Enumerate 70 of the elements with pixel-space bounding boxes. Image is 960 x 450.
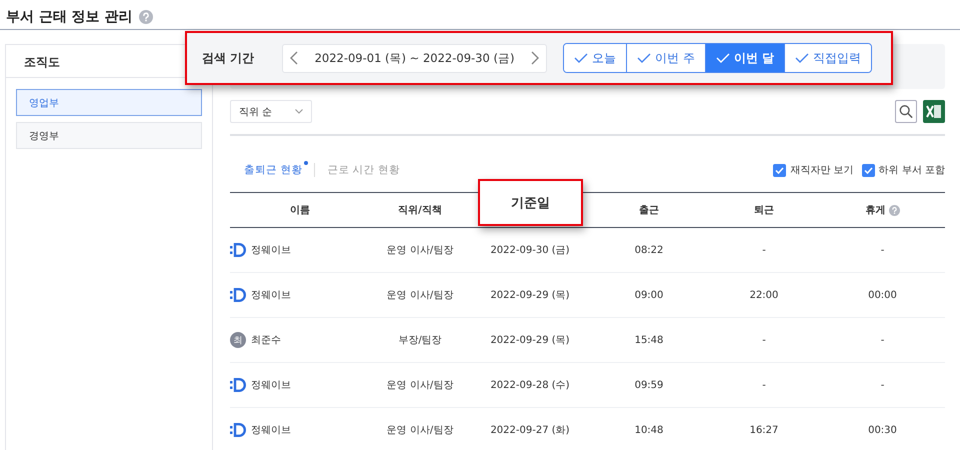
department-item[interactable]: 영업부 xyxy=(16,89,202,116)
logo-avatar-icon xyxy=(230,423,246,437)
table-cell: - xyxy=(762,334,766,346)
table-cell: 운영 이사/팀장 xyxy=(386,380,454,391)
sort-dropdown[interactable]: 직위 순 xyxy=(230,100,312,123)
column-header: 출근 xyxy=(639,204,659,217)
table-cell: 2022-09-28 (수) xyxy=(490,380,570,391)
employee-name: 최준수 xyxy=(251,334,281,347)
view-tab[interactable]: 근로 시간 현황 xyxy=(325,163,402,177)
page-title: 부서 근태 정보 관리 xyxy=(6,8,133,26)
checkbox-label: 하위 부서 포함 xyxy=(878,164,945,177)
table-cell: - xyxy=(880,334,884,346)
table-cell: 10:48 xyxy=(634,424,664,436)
table-cell: 08:22 xyxy=(634,244,664,256)
column-header: 직위/직책 xyxy=(398,204,442,217)
table-cell: 운영 이사/팀장 xyxy=(386,290,454,301)
table-cell: - xyxy=(880,244,884,256)
table-cell: 2022-09-29 (목) xyxy=(490,335,570,346)
view-tab[interactable]: 출퇴근 현황 xyxy=(242,163,304,177)
table-cell: 2022-09-27 (화) xyxy=(490,425,570,436)
table-cell: - xyxy=(880,380,884,390)
table-cell: 운영 이사/팀장 xyxy=(386,425,454,436)
check-icon xyxy=(716,53,730,63)
checkbox[interactable] xyxy=(773,164,786,176)
table-cell: 16:27 xyxy=(750,424,778,436)
sort-value: 직위 순 xyxy=(239,106,272,118)
employee-name: 정웨이브 xyxy=(251,244,291,257)
previous-icon[interactable] xyxy=(289,51,299,65)
checkbox[interactable] xyxy=(862,164,875,176)
check-icon xyxy=(795,53,810,63)
check-icon xyxy=(637,53,651,63)
table-cell: 2022-09-29 (목) xyxy=(490,290,570,301)
period-button[interactable]: 직접입력 xyxy=(784,44,872,72)
highlight-callout: 기준일 xyxy=(478,179,583,226)
table-cell: 00:30 xyxy=(868,424,897,436)
date-range-field[interactable]: 2022-09-01 (목) ~ 2022-09-30 (금) xyxy=(282,44,547,72)
period-button[interactable]: 이번 달 xyxy=(704,44,784,72)
caret-icon xyxy=(295,109,303,114)
help-icon[interactable] xyxy=(138,10,153,24)
table-cell: 09:00 xyxy=(634,290,664,300)
table-cell: 00:00 xyxy=(868,290,897,300)
employee-name: 정웨이브 xyxy=(251,424,291,437)
department-item[interactable]: 경영부 xyxy=(16,122,202,149)
logo-avatar-icon xyxy=(230,378,246,392)
period-button[interactable]: 이번 주 xyxy=(626,44,705,72)
employee-name: 정웨이브 xyxy=(251,379,291,392)
logo-avatar-icon xyxy=(230,288,246,302)
table-cell: - xyxy=(762,380,766,390)
employee-name: 정웨이브 xyxy=(251,289,291,302)
spreadsheet-icon[interactable] xyxy=(923,100,945,123)
table-cell: - xyxy=(762,244,766,256)
search-icon xyxy=(899,104,913,119)
logo-avatar-icon xyxy=(230,243,246,257)
table-cell: 09:59 xyxy=(634,380,664,390)
table-cell: 2022-09-30 (금) xyxy=(490,245,570,256)
table-cell: 15:48 xyxy=(634,334,664,346)
date-range-text: 2022-09-01 (목) ~ 2022-09-30 (금) xyxy=(314,50,514,66)
period-button[interactable]: 오늘 xyxy=(564,44,626,72)
check-icon xyxy=(574,53,588,63)
column-header: 휴게 xyxy=(866,204,886,217)
table-cell: 부장/팀장 xyxy=(398,335,442,346)
help-icon[interactable] xyxy=(888,204,900,216)
checkbox-label: 재직자만 보기 xyxy=(790,164,854,177)
next-icon[interactable] xyxy=(530,51,540,65)
table-cell: 운영 이사/팀장 xyxy=(386,245,454,256)
column-header: 이름 xyxy=(290,204,310,217)
avatar: 최 xyxy=(230,332,246,348)
column-header: 퇴근 xyxy=(754,204,774,217)
table-cell: 22:00 xyxy=(750,290,778,300)
search-button[interactable] xyxy=(895,100,917,123)
